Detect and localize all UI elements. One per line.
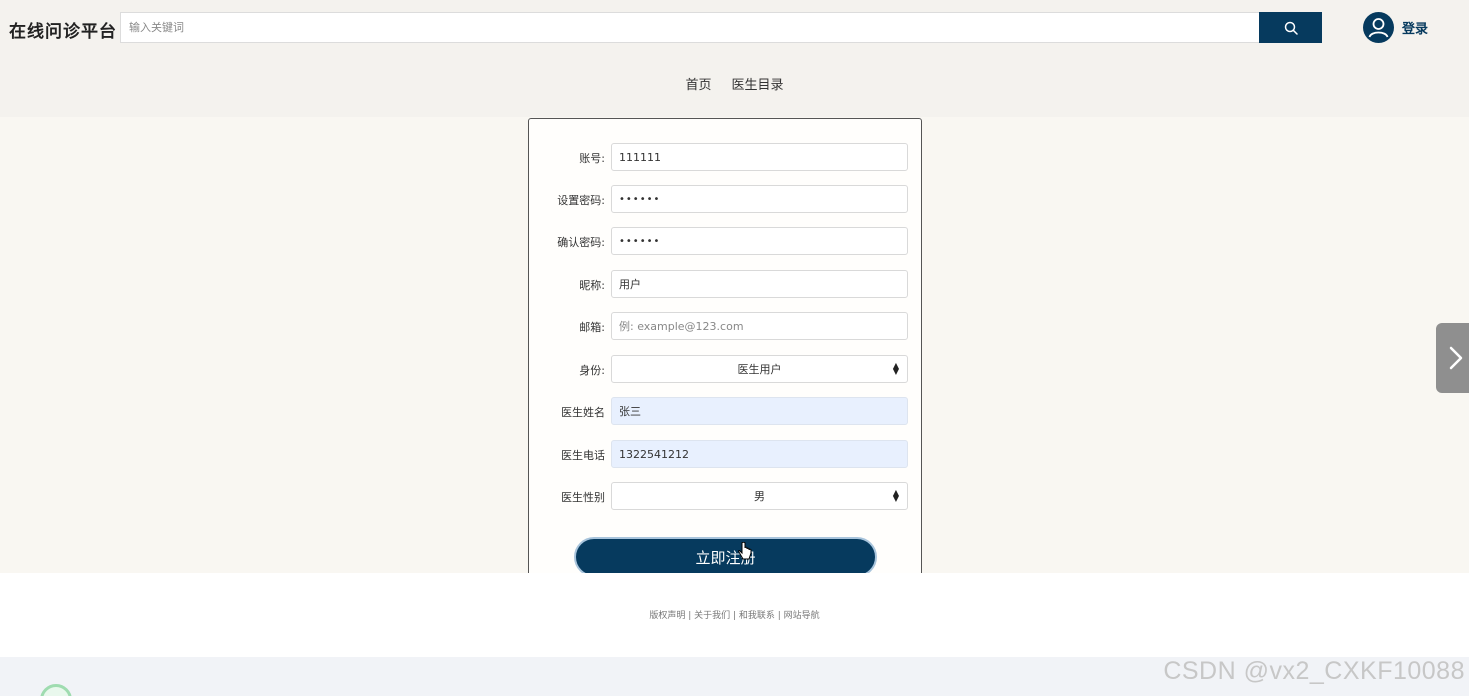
doctor-gender-label: 医生性别 (561, 491, 605, 504)
footer-link-sitemap[interactable]: 网站导航 (784, 611, 820, 621)
form-row-email: 邮箱: (529, 312, 923, 340)
form-row-nickname: 昵称: (529, 270, 923, 298)
site-footer: 版权声明 | 关于我们 | 和我联系 | 网站导航 (0, 573, 1469, 657)
footer-link-contact[interactable]: 和我联系 (739, 611, 775, 621)
nav-item-home[interactable]: 首页 (685, 74, 711, 93)
next-page-button[interactable] (1436, 323, 1469, 393)
footer-links: 版权声明 | 关于我们 | 和我联系 | 网站导航 (0, 608, 1469, 621)
account-label: 账号: (579, 152, 605, 165)
footer-separator: | (730, 611, 739, 621)
footer-separator: | (774, 611, 784, 621)
doctor-phone-label: 医生电话 (561, 449, 605, 462)
register-form: 账号: 设置密码: 确认密码: 昵称: 邮箱: 身份: 医生用户 ▲▼ (528, 118, 922, 573)
doctor-gender-select-value: 男 (754, 490, 765, 503)
doctor-gender-select[interactable]: 男 ▲ ▼ (611, 482, 908, 510)
email-field[interactable] (611, 312, 908, 340)
floating-widget-icon[interactable] (40, 684, 72, 696)
chevron-right-icon (1449, 346, 1463, 370)
doctor-phone-field[interactable] (611, 440, 908, 468)
register-button[interactable]: 立即注册 (574, 537, 877, 573)
nickname-field[interactable] (611, 270, 908, 298)
doctor-name-field[interactable] (611, 397, 908, 425)
site-header: 在线问诊平台 登录 首页 医生目录 (0, 0, 1469, 117)
email-label: 邮箱: (579, 321, 605, 334)
nav-item-doctor-directory[interactable]: 医生目录 (732, 74, 784, 93)
form-row-confirm-password: 确认密码: (529, 227, 923, 255)
site-logo[interactable]: 在线问诊平台 (9, 17, 117, 42)
select-arrows-icon: ▲ ▼ (892, 361, 899, 376)
user-avatar (1363, 12, 1394, 43)
main-content: 账号: 设置密码: 确认密码: 昵称: 邮箱: 身份: 医生用户 ▲▼ (0, 117, 1469, 573)
form-row-password: 设置密码: (529, 185, 923, 213)
account-field[interactable] (611, 143, 908, 171)
footer-separator: | (685, 611, 695, 621)
hand-cursor-icon (738, 542, 752, 560)
form-row-doctor-name: 医生姓名 (529, 397, 923, 425)
bottom-area: CSDN @vx2_CXKF10088 (0, 657, 1469, 696)
role-select[interactable]: 医生用户 ▲ ▼ (611, 355, 908, 383)
footer-link-copyright[interactable]: 版权声明 (649, 611, 685, 621)
confirm-password-field[interactable] (611, 227, 908, 255)
login-link[interactable]: 登录 (1363, 12, 1428, 43)
confirm-password-label: 确认密码: (557, 236, 605, 249)
role-select-value: 医生用户 (737, 363, 782, 376)
form-row-role: 身份: 医生用户 ▲ ▼ (529, 355, 923, 383)
role-label: 身份: (579, 364, 605, 377)
select-arrows-icon: ▲ ▼ (892, 488, 899, 503)
login-label: 登录 (1402, 22, 1429, 37)
form-row-account: 账号: (529, 143, 923, 171)
nickname-label: 昵称: (579, 279, 605, 292)
doctor-name-label: 医生姓名 (561, 406, 605, 419)
password-field[interactable] (611, 185, 908, 213)
main-nav: 首页 医生目录 (0, 74, 1469, 93)
password-label: 设置密码: (557, 194, 605, 207)
form-row-doctor-gender: 医生性别 男 ▲ ▼ (529, 482, 923, 510)
footer-link-about[interactable]: 关于我们 (694, 611, 730, 621)
search-icon (1284, 21, 1298, 35)
watermark-text: CSDN @vx2_CXKF10088 (1163, 657, 1465, 685)
form-row-doctor-phone: 医生电话 (529, 440, 923, 468)
search-button[interactable] (1259, 12, 1322, 43)
search-input[interactable] (120, 12, 1260, 43)
user-icon (1368, 18, 1389, 38)
